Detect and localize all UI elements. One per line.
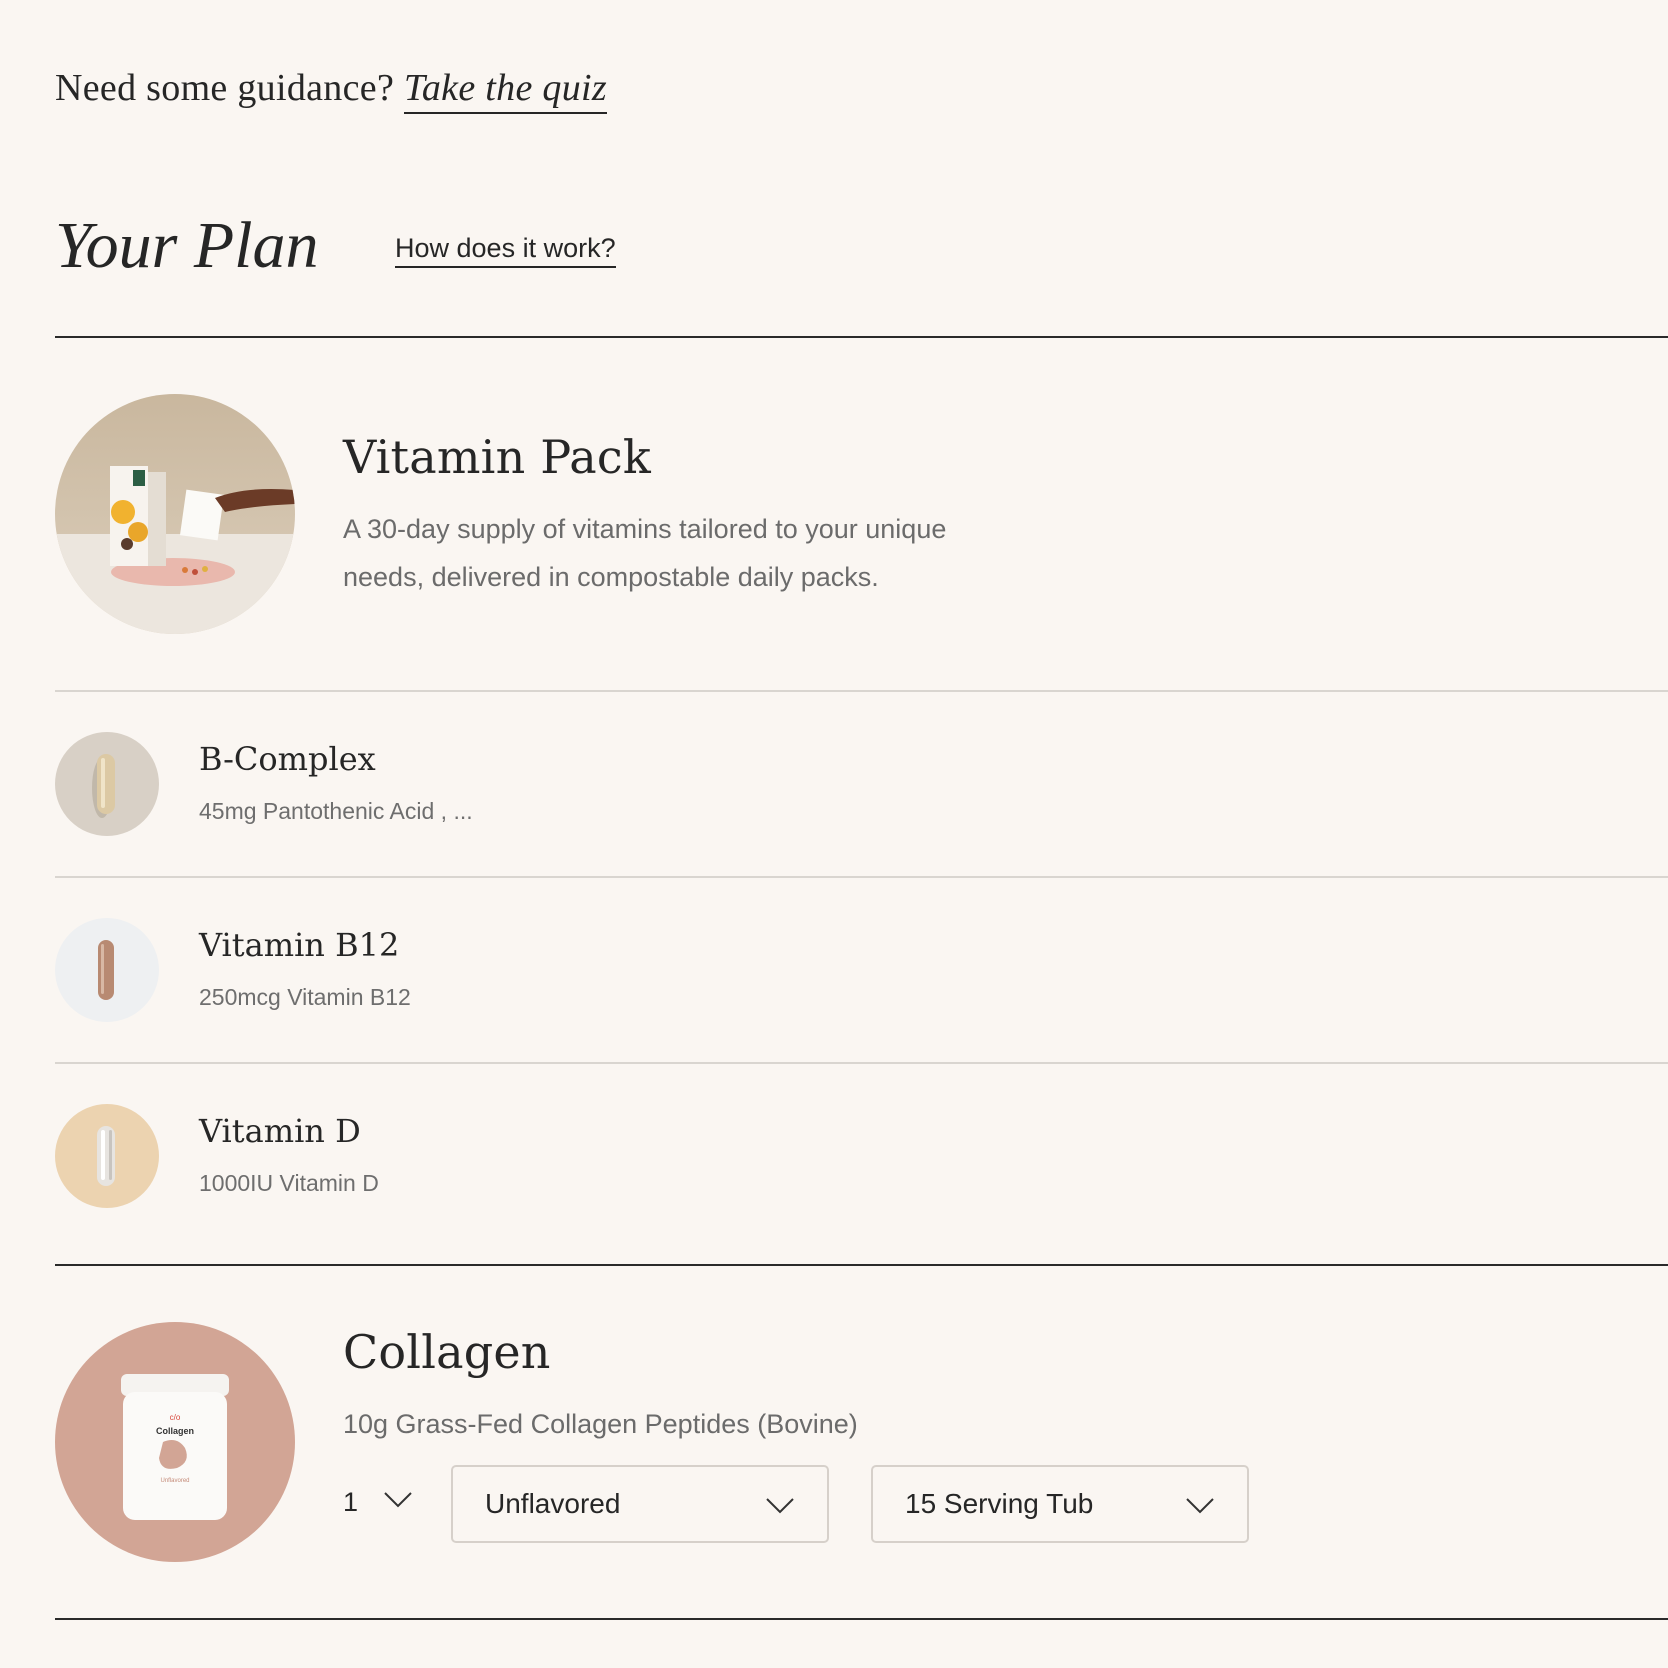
page-title: Your Plan — [55, 209, 319, 282]
item-name: Vitamin D — [199, 1112, 361, 1150]
b-complex-image — [55, 732, 159, 836]
item-name: Vitamin B12 — [199, 926, 400, 964]
chevron-down-icon — [766, 1498, 794, 1514]
collagen-image: c/o Collagen Unflavored — [55, 1322, 295, 1562]
svg-text:c/o: c/o — [170, 1413, 181, 1422]
vitamin-pack-image — [55, 394, 295, 634]
guidance-text: Need some guidance? — [55, 67, 395, 109]
item-detail: 250mcg Vitamin B12 — [199, 984, 411, 1010]
take-quiz-link[interactable]: Take the quiz — [403, 67, 607, 114]
divider — [55, 876, 1668, 878]
chevron-down-icon — [1186, 1498, 1214, 1514]
capsule-icon — [98, 940, 114, 1000]
divider — [55, 1062, 1668, 1064]
jar-sub-label: Unflavored — [160, 1478, 189, 1484]
quantity-value: 1 — [343, 1486, 359, 1517]
item-detail: 45mg Pantothenic Acid , ... — [199, 798, 473, 824]
vitamin-d-image — [55, 1104, 159, 1208]
vitamin-b12-image — [55, 918, 159, 1022]
capsule-icon — [97, 1126, 115, 1186]
size-select[interactable]: 15 Serving Tub — [871, 1465, 1249, 1543]
flavor-select[interactable]: Unflavored — [451, 1465, 829, 1543]
item-name: B-Complex — [199, 740, 376, 778]
divider — [55, 336, 1668, 338]
collagen-description: 10g Grass-Fed Collagen Peptides (Bovine) — [343, 1409, 858, 1439]
flavor-value: Unflavored — [485, 1488, 621, 1519]
chevron-down-icon — [384, 1492, 412, 1508]
vitamin-pack-title: Vitamin Pack — [343, 430, 651, 484]
divider — [55, 1264, 1668, 1266]
collagen-jar-icon: c/o Collagen Unflavored — [121, 1374, 229, 1520]
how-it-works-link[interactable]: How does it work? — [395, 233, 616, 268]
vitamin-box-icon — [55, 394, 295, 634]
divider — [55, 1618, 1668, 1620]
vitamin-pack-description: A 30-day supply of vitamins tailored to … — [343, 514, 947, 592]
guidance-line: Need some guidance? Take the quiz — [55, 66, 607, 114]
item-detail: 1000IU Vitamin D — [199, 1170, 379, 1196]
capsule-icon — [92, 754, 115, 818]
collagen-title: Collagen — [343, 1325, 551, 1379]
divider — [55, 690, 1668, 692]
size-value: 15 Serving Tub — [905, 1488, 1094, 1519]
quantity-select[interactable]: 1 — [343, 1482, 433, 1522]
jar-label: Collagen — [156, 1426, 194, 1436]
